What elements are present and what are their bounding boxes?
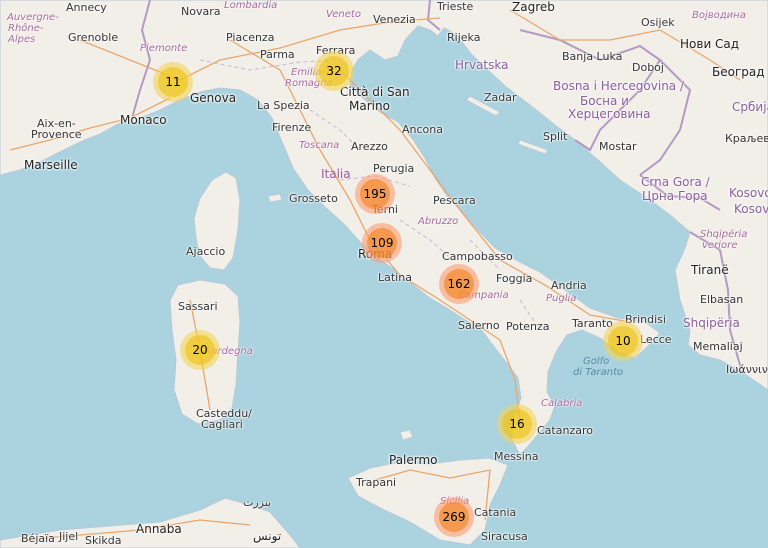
marker-cluster-sicilia[interactable]: 269 xyxy=(434,497,474,537)
cluster-count: 195 xyxy=(360,179,390,209)
marker-cluster-napoli[interactable]: 162 xyxy=(439,264,479,304)
cluster-count: 10 xyxy=(608,326,638,356)
land-corsica xyxy=(193,171,241,271)
cluster-count: 162 xyxy=(444,269,474,299)
cluster-count: 20 xyxy=(185,335,215,365)
basemap[interactable] xyxy=(0,0,768,548)
marker-cluster-reggio[interactable]: 16 xyxy=(497,404,537,444)
land-island-2 xyxy=(517,139,549,155)
cluster-count: 32 xyxy=(319,56,349,86)
land-elba xyxy=(267,193,283,203)
cluster-count: 109 xyxy=(367,228,397,258)
marker-cluster-emilia[interactable]: 32 xyxy=(314,51,354,91)
land-stromboli xyxy=(399,429,414,441)
marker-cluster-sardegna[interactable]: 20 xyxy=(180,330,220,370)
land-island-1 xyxy=(465,95,501,117)
land-africa xyxy=(0,497,301,548)
cluster-count: 11 xyxy=(158,67,188,97)
marker-cluster-roma[interactable]: 109 xyxy=(362,223,402,263)
cluster-count: 269 xyxy=(439,502,469,532)
marker-cluster-umbria[interactable]: 195 xyxy=(355,174,395,214)
cluster-count: 16 xyxy=(502,409,532,439)
map-view[interactable]: Annecy Novara Lombardia Veneto Venezia Triest… xyxy=(0,0,768,548)
marker-cluster-nice[interactable]: 11 xyxy=(153,62,193,102)
marker-cluster-brindisi[interactable]: 10 xyxy=(603,321,643,361)
